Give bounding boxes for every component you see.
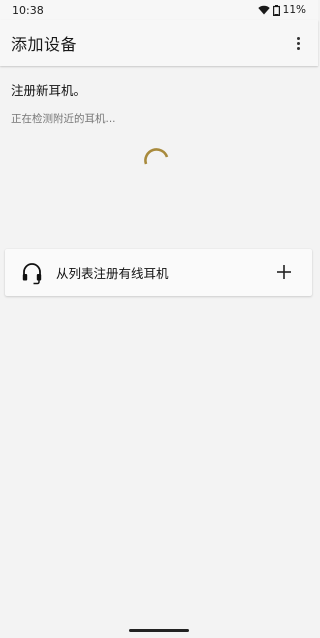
register-title: 注册新耳机。 (11, 83, 87, 98)
status-icons: 11% (257, 4, 306, 16)
plus-icon[interactable] (274, 262, 294, 282)
more-vert-icon-dot (296, 46, 300, 50)
headset-icon (19, 260, 45, 286)
loading-spinner (144, 148, 169, 165)
battery-icon (272, 4, 280, 16)
register-wired-headset-label: 从列表注册有线耳机 (56, 266, 169, 281)
battery-percentage: 11% (282, 4, 306, 16)
status-time: 10:38 (12, 3, 44, 17)
wifi-icon (257, 5, 270, 15)
more-vert-icon-dot (296, 41, 300, 45)
status-bar: 10:38 11% (0, 0, 318, 20)
more-options-button[interactable] (288, 33, 308, 53)
detecting-status: 正在检测附近的耳机... (11, 113, 116, 125)
page-title: 添加设备 (11, 35, 78, 54)
app-bar: 添加设备 (0, 20, 318, 66)
more-vert-icon (296, 36, 300, 40)
register-wired-headset-item[interactable]: 从列表注册有线耳机 (5, 249, 312, 296)
navigation-handle[interactable] (129, 629, 189, 632)
